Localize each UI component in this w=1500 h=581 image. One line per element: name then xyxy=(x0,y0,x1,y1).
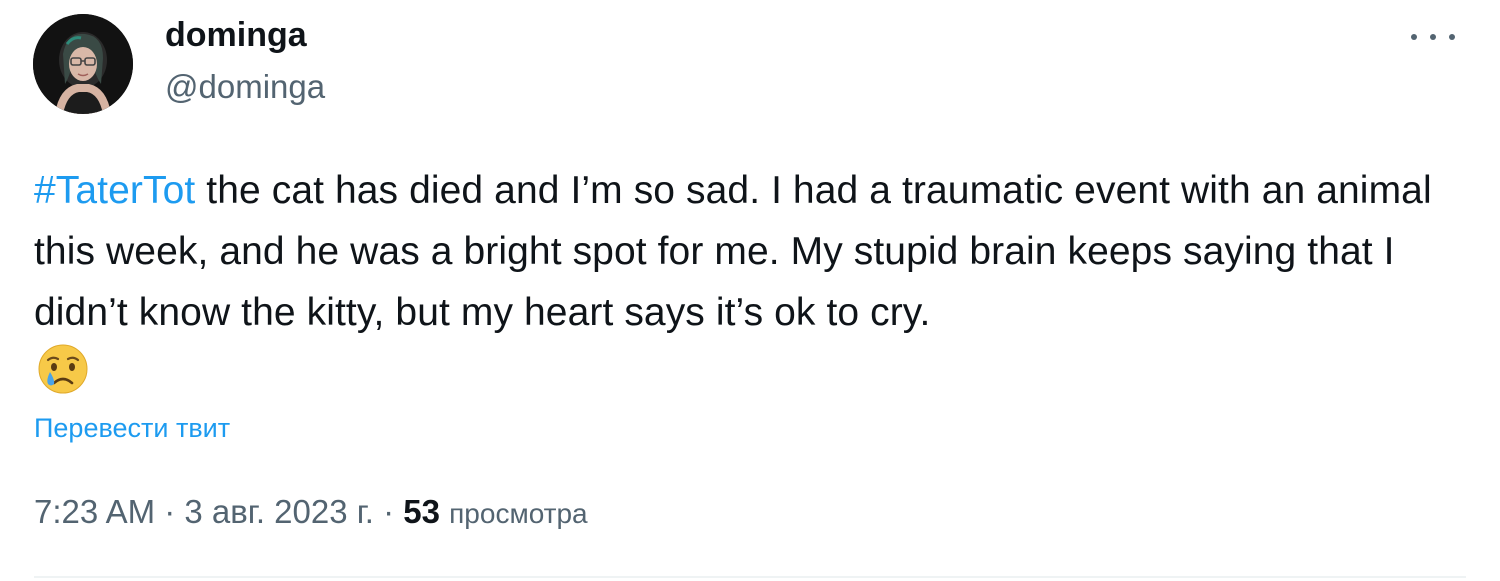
tweet-card: dominga @dominga #TaterTot the cat has d… xyxy=(0,0,1500,581)
views-label: просмотра xyxy=(449,498,588,529)
tweet-text: #TaterTot the cat has died and I’m so sa… xyxy=(34,160,1474,343)
tweet-time[interactable]: 7:23 AM xyxy=(34,493,155,530)
divider xyxy=(34,576,1466,578)
views-count[interactable]: 53 xyxy=(403,493,440,530)
translate-tweet-link[interactable]: Перевести твит xyxy=(34,410,230,446)
handle[interactable]: @dominga xyxy=(165,66,325,108)
tweet-meta: 7:23 AM · 3 авг. 2023 г. · 53 просмотра xyxy=(34,490,588,536)
display-name[interactable]: dominga xyxy=(165,14,307,56)
tweet-date[interactable]: 3 авг. 2023 г. xyxy=(184,493,374,530)
avatar-image xyxy=(33,14,133,114)
hashtag-link[interactable]: #TaterTot xyxy=(34,169,195,212)
crying-face-icon xyxy=(36,342,90,396)
meta-separator: · xyxy=(155,493,185,530)
avatar[interactable] xyxy=(33,14,133,114)
more-dot-icon xyxy=(1430,34,1436,40)
meta-separator: · xyxy=(373,493,404,530)
more-dot-icon xyxy=(1449,34,1455,40)
tweet-body: the cat has died and I’m so sad. I had a… xyxy=(34,169,1432,334)
more-options-button[interactable] xyxy=(1411,22,1455,52)
more-dot-icon xyxy=(1411,34,1417,40)
